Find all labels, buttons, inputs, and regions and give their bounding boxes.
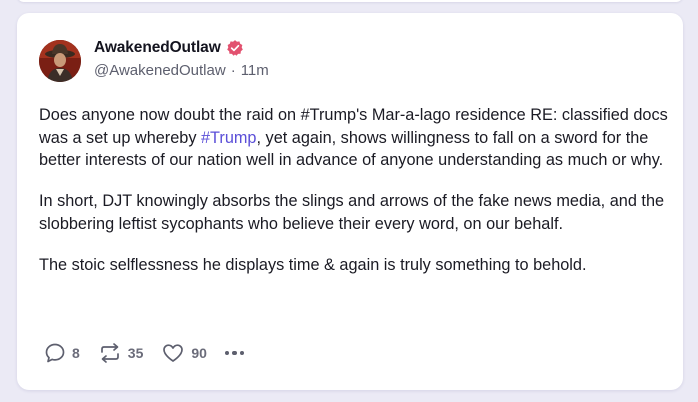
speech-bubble-icon (44, 342, 66, 364)
post-paragraph: Does anyone now doubt the raid on #Trump… (39, 104, 669, 172)
post-paragraph: In short, DJT knowingly absorbs the slin… (39, 192, 665, 233)
like-button[interactable]: 90 (161, 342, 207, 364)
reply-button[interactable]: 8 (44, 342, 80, 364)
repost-arrows-icon (98, 342, 122, 364)
reply-count: 8 (72, 345, 80, 361)
dot (232, 350, 237, 356)
post-paragraph: The stoic selflessness he displays time … (39, 255, 587, 274)
post-card[interactable]: AwakenedOutlaw @AwakenedOutlaw · 11m Doe… (17, 13, 683, 390)
more-dots-icon[interactable] (224, 350, 245, 356)
dot (239, 350, 245, 356)
author-display-name[interactable]: AwakenedOutlaw (94, 39, 221, 57)
dot (224, 350, 230, 356)
repost-button[interactable]: 35 (98, 342, 144, 364)
separator-dot: · (230, 62, 236, 79)
author-handle[interactable]: @AwakenedOutlaw (94, 62, 226, 79)
like-count: 90 (191, 345, 207, 361)
post-header: AwakenedOutlaw @AwakenedOutlaw · 11m (94, 38, 269, 79)
verified-badge-icon (226, 39, 244, 57)
heart-icon (161, 342, 185, 364)
repost-count: 35 (127, 345, 144, 361)
post-timestamp[interactable]: 11m (241, 62, 269, 79)
hashtag-link[interactable]: #Trump (201, 129, 257, 147)
avatar[interactable] (39, 40, 81, 82)
post-body: Does anyone now doubt the raid on #Trump… (39, 104, 669, 294)
previous-post-card (17, 0, 683, 2)
post-actions: 8 35 90 (44, 342, 245, 364)
